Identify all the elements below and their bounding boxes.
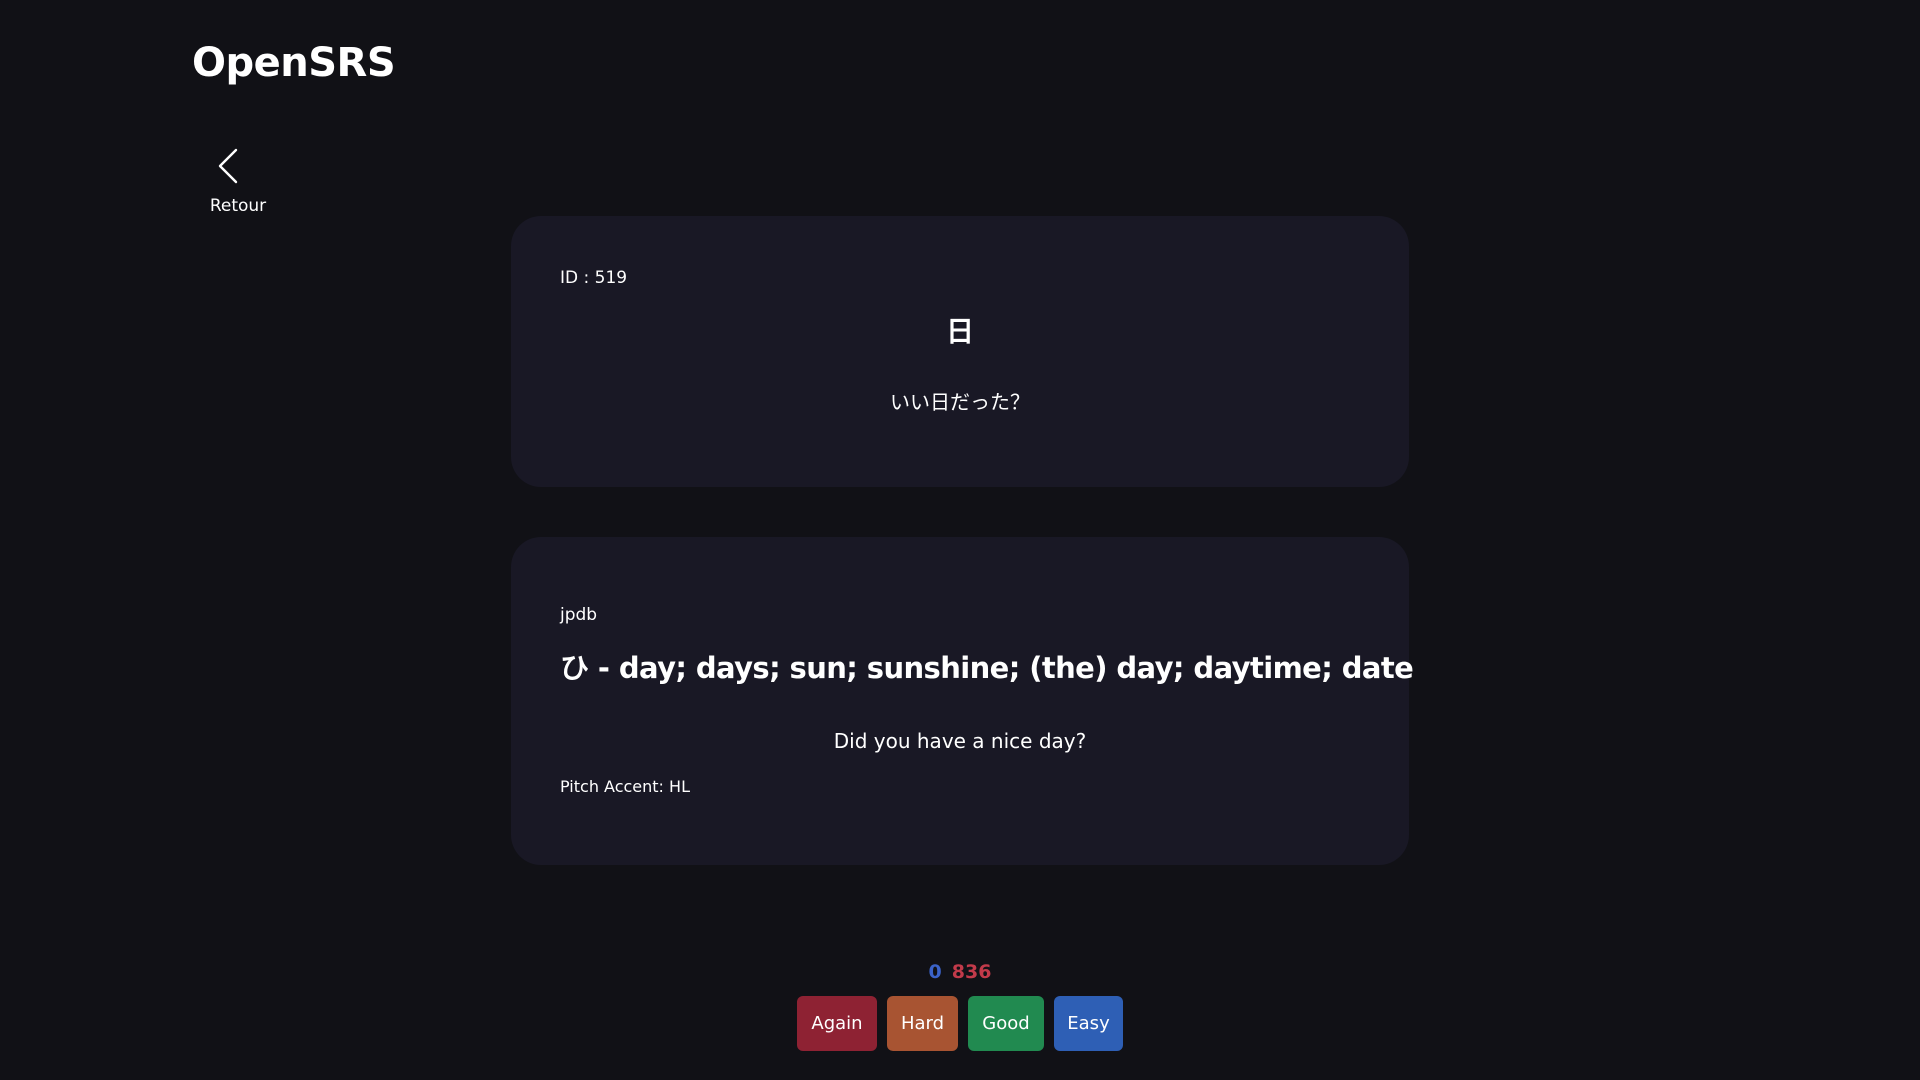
back-button[interactable]: Retour (202, 146, 274, 216)
easy-button[interactable]: Easy (1054, 996, 1123, 1051)
back-label: Retour (209, 196, 267, 216)
pitch-accent: Pitch Accent: HL (560, 777, 690, 796)
translation: Did you have a nice day? (833, 729, 1087, 753)
card-kanji: 日 (945, 315, 974, 348)
card-back: jpdb ひ - day; days; sun; sunshine; (the)… (511, 537, 1414, 865)
app-title: OpenSRS (192, 40, 396, 86)
card-front: ID : 519 日 いい日だった？ (511, 216, 1409, 487)
new-count: 0 (928, 961, 942, 983)
review-counts: 0 836 (0, 961, 1920, 983)
page: OpenSRS Retour ID : 519 日 いい日だった？ jpdb ひ… (0, 0, 1920, 1080)
due-count: 836 (951, 961, 992, 983)
good-button[interactable]: Good (968, 996, 1044, 1051)
definition: ひ - day; days; sun; sunshine; (the) day;… (560, 651, 1414, 685)
again-button[interactable]: Again (797, 996, 877, 1051)
hard-button[interactable]: Hard (887, 996, 958, 1051)
answer-bar: Again Hard Good Easy (797, 996, 1123, 1051)
card-id: ID : 519 (560, 268, 628, 288)
card-sentence: いい日だった？ (890, 390, 1030, 414)
chevron-left-icon (218, 148, 238, 184)
source-label: jpdb (560, 605, 598, 625)
